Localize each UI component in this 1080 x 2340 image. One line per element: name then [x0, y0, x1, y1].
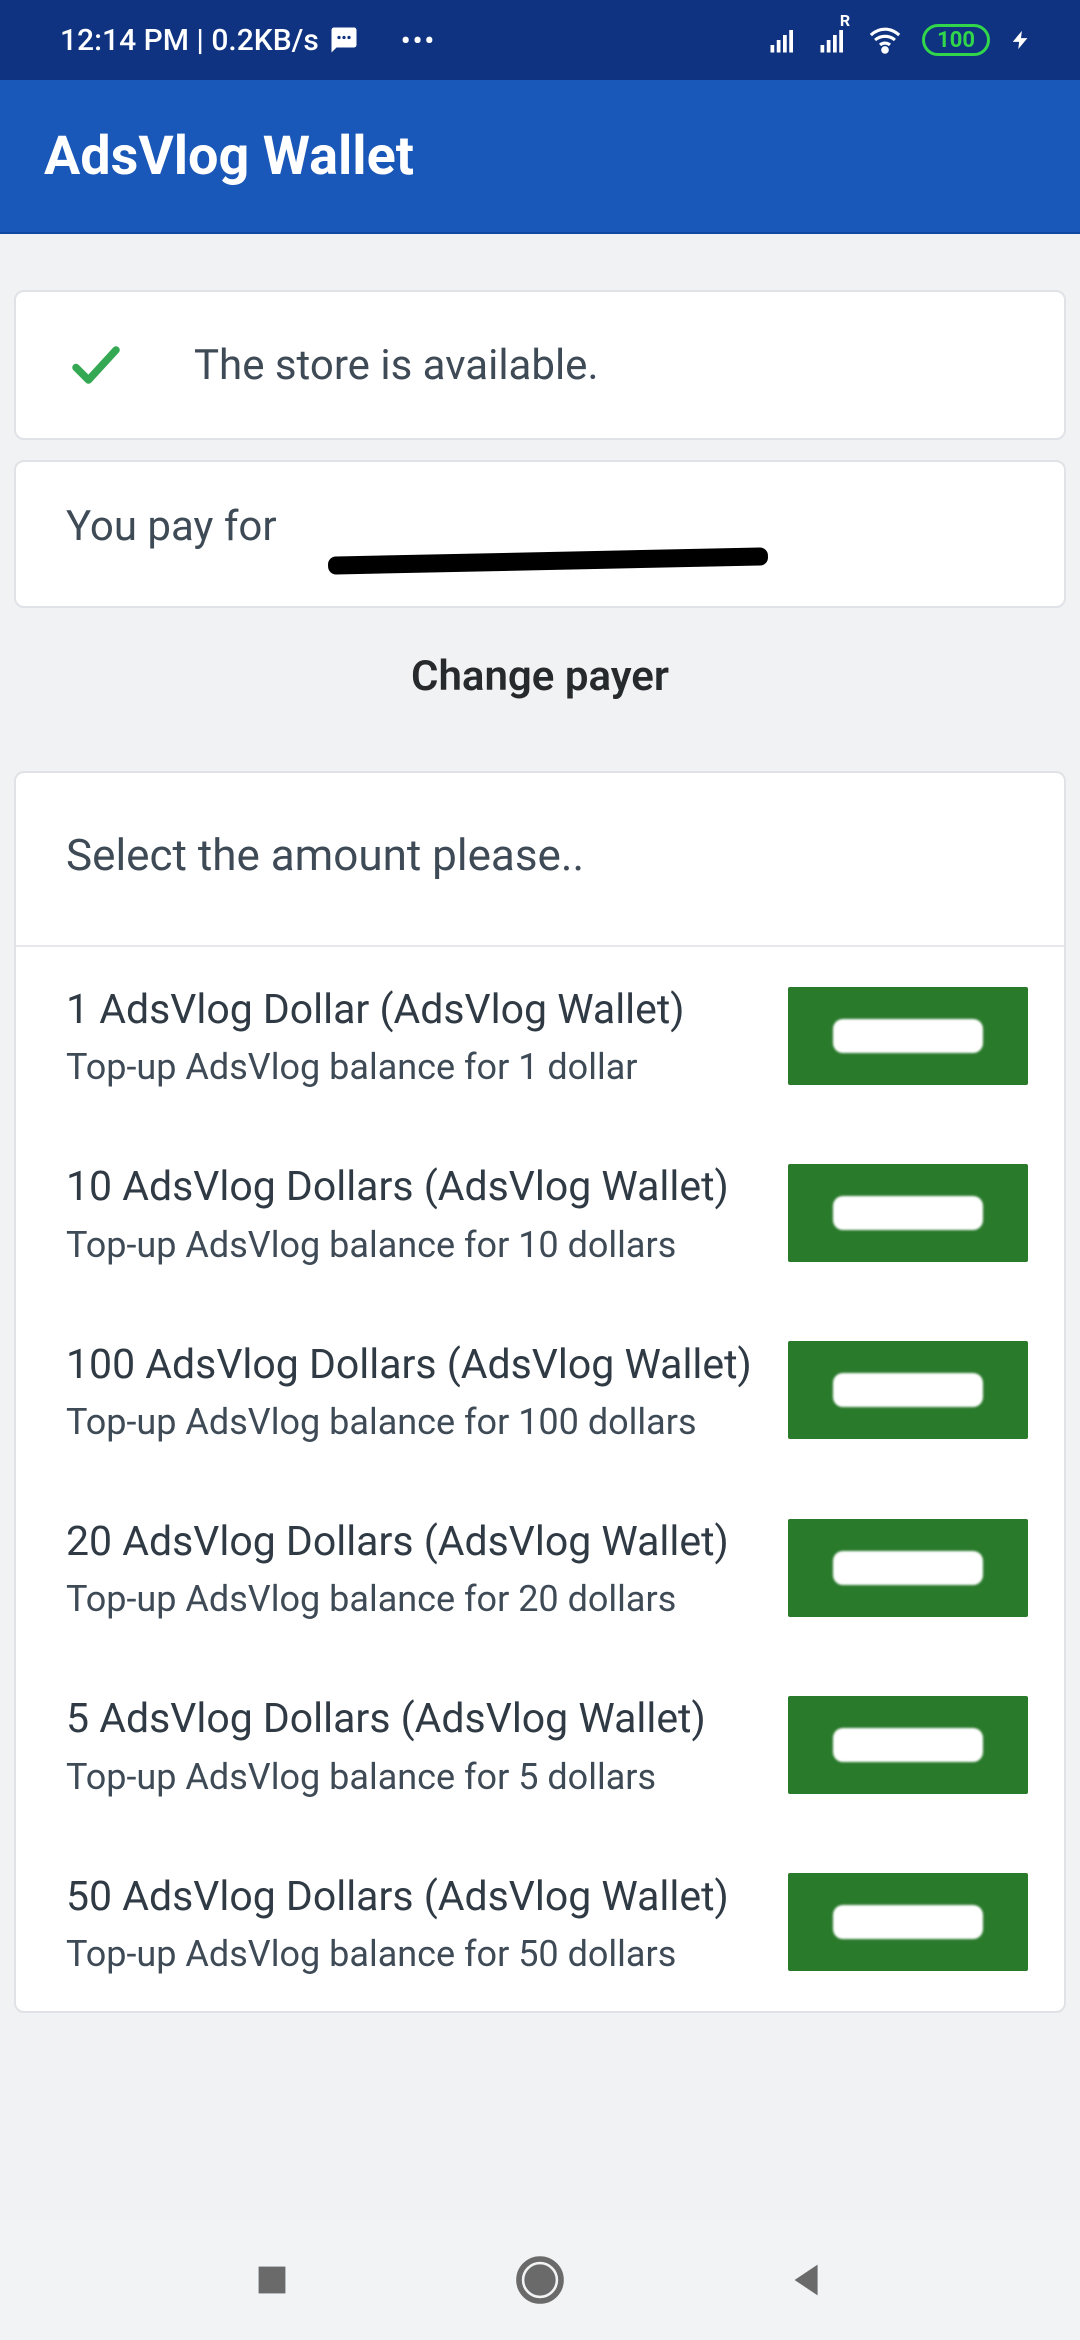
home-button[interactable]: [512, 2252, 568, 2308]
buy-button[interactable]: [788, 987, 1028, 1085]
store-status-card: The store is available.: [14, 290, 1066, 440]
amount-item-title: 10 AdsVlog Dollars (AdsVlog Wallet): [66, 1160, 760, 1215]
amount-item-subtitle: Top-up AdsVlog balance for 1 dollar: [66, 1046, 760, 1088]
payer-label: You pay for: [66, 502, 277, 551]
amount-item[interactable]: 10 AdsVlog Dollars (AdsVlog Wallet) Top-…: [16, 1124, 1064, 1301]
status-time: 12:14 PM | 0.2KB/s: [60, 23, 319, 58]
status-right: R 100: [768, 23, 1032, 57]
amount-list-header: Select the amount please..: [16, 773, 1064, 947]
recents-button[interactable]: [249, 2257, 295, 2303]
amount-item-subtitle: Top-up AdsVlog balance for 20 dollars: [66, 1578, 760, 1620]
signal-roaming-icon: R: [818, 25, 848, 55]
back-button[interactable]: [785, 2257, 831, 2303]
app-title: AdsVlog Wallet: [44, 125, 414, 188]
amount-item-subtitle: Top-up AdsVlog balance for 100 dollars: [66, 1401, 760, 1443]
message-icon: [329, 25, 359, 55]
amount-item-title: 100 AdsVlog Dollars (AdsVlog Wallet): [66, 1338, 760, 1393]
app-bar: AdsVlog Wallet: [0, 80, 1080, 234]
status-left: 12:14 PM | 0.2KB/s •••: [60, 23, 436, 58]
amount-list-card: Select the amount please.. 1 AdsVlog Dol…: [14, 771, 1066, 2013]
amount-item-subtitle: Top-up AdsVlog balance for 10 dollars: [66, 1224, 760, 1266]
system-nav-bar: [0, 2220, 1080, 2340]
store-status-text: The store is available.: [194, 341, 599, 390]
change-payer-button[interactable]: Change payer: [14, 608, 1066, 771]
amount-item-subtitle: Top-up AdsVlog balance for 50 dollars: [66, 1933, 760, 1975]
amount-item-title: 1 AdsVlog Dollar (AdsVlog Wallet): [66, 983, 760, 1038]
amount-item-title: 50 AdsVlog Dollars (AdsVlog Wallet): [66, 1870, 760, 1925]
amount-item[interactable]: 5 AdsVlog Dollars (AdsVlog Wallet) Top-u…: [16, 1656, 1064, 1833]
amount-item[interactable]: 50 AdsVlog Dollars (AdsVlog Wallet) Top-…: [16, 1834, 1064, 2011]
buy-button[interactable]: [788, 1696, 1028, 1794]
amount-item-title: 5 AdsVlog Dollars (AdsVlog Wallet): [66, 1692, 760, 1747]
signal-icon: [768, 25, 798, 55]
payer-card: You pay for: [14, 460, 1066, 608]
battery-indicator: 100: [922, 24, 990, 56]
buy-button[interactable]: [788, 1341, 1028, 1439]
charging-icon: [1010, 25, 1032, 55]
buy-button[interactable]: [788, 1873, 1028, 1971]
wifi-icon: [868, 23, 902, 57]
amount-item-subtitle: Top-up AdsVlog balance for 5 dollars: [66, 1756, 760, 1798]
overflow-dots-icon: •••: [401, 24, 436, 57]
status-bar: 12:14 PM | 0.2KB/s ••• R 100: [0, 0, 1080, 80]
redacted-payer-name: [328, 547, 768, 574]
buy-button[interactable]: [788, 1164, 1028, 1262]
amount-item[interactable]: 1 AdsVlog Dollar (AdsVlog Wallet) Top-up…: [16, 947, 1064, 1124]
amount-item[interactable]: 20 AdsVlog Dollars (AdsVlog Wallet) Top-…: [16, 1479, 1064, 1656]
amount-item[interactable]: 100 AdsVlog Dollars (AdsVlog Wallet) Top…: [16, 1302, 1064, 1479]
check-icon: [66, 335, 126, 395]
content-area: The store is available. You pay for Chan…: [0, 234, 1080, 2013]
amount-item-title: 20 AdsVlog Dollars (AdsVlog Wallet): [66, 1515, 760, 1570]
buy-button[interactable]: [788, 1519, 1028, 1617]
